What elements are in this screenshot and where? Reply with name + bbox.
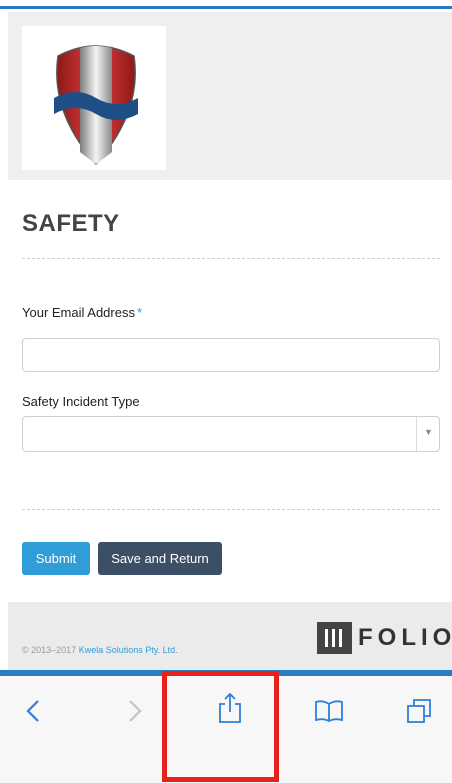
required-marker: * — [136, 305, 143, 320]
email-label: Your Email Address * — [22, 305, 142, 320]
email-label-text: Your Email Address — [22, 305, 135, 320]
page-title: SAFETY — [22, 210, 120, 237]
divider — [22, 509, 440, 510]
tabs-icon[interactable] — [406, 698, 432, 724]
shield-logo-icon — [54, 45, 138, 166]
folio-brand: FOLIO — [358, 624, 452, 651]
back-icon[interactable] — [26, 700, 40, 722]
incident-type-label: Safety Incident Type — [22, 394, 140, 409]
divider — [22, 258, 440, 259]
submit-button[interactable]: Submit — [22, 542, 90, 575]
save-and-return-button[interactable]: Save and Return — [98, 542, 222, 575]
bookmarks-icon[interactable] — [314, 700, 344, 722]
company-logo — [22, 26, 166, 170]
incident-type-select[interactable]: ▼ — [22, 416, 440, 452]
copyright-years: © 2013–2017 — [22, 645, 77, 655]
folio-logo-icon — [317, 622, 352, 654]
email-field[interactable] — [22, 338, 440, 372]
forward-icon[interactable] — [128, 700, 142, 722]
copyright: © 2013–2017 Kwela Solutions Pty. Ltd. — [22, 645, 178, 655]
company-link[interactable]: Kwela Solutions Pty. Ltd. — [79, 645, 178, 655]
select-arrow[interactable]: ▼ — [416, 417, 439, 451]
top-accent-bar — [0, 0, 452, 9]
chevron-down-icon: ▼ — [424, 427, 433, 437]
share-highlight-box — [162, 671, 279, 782]
